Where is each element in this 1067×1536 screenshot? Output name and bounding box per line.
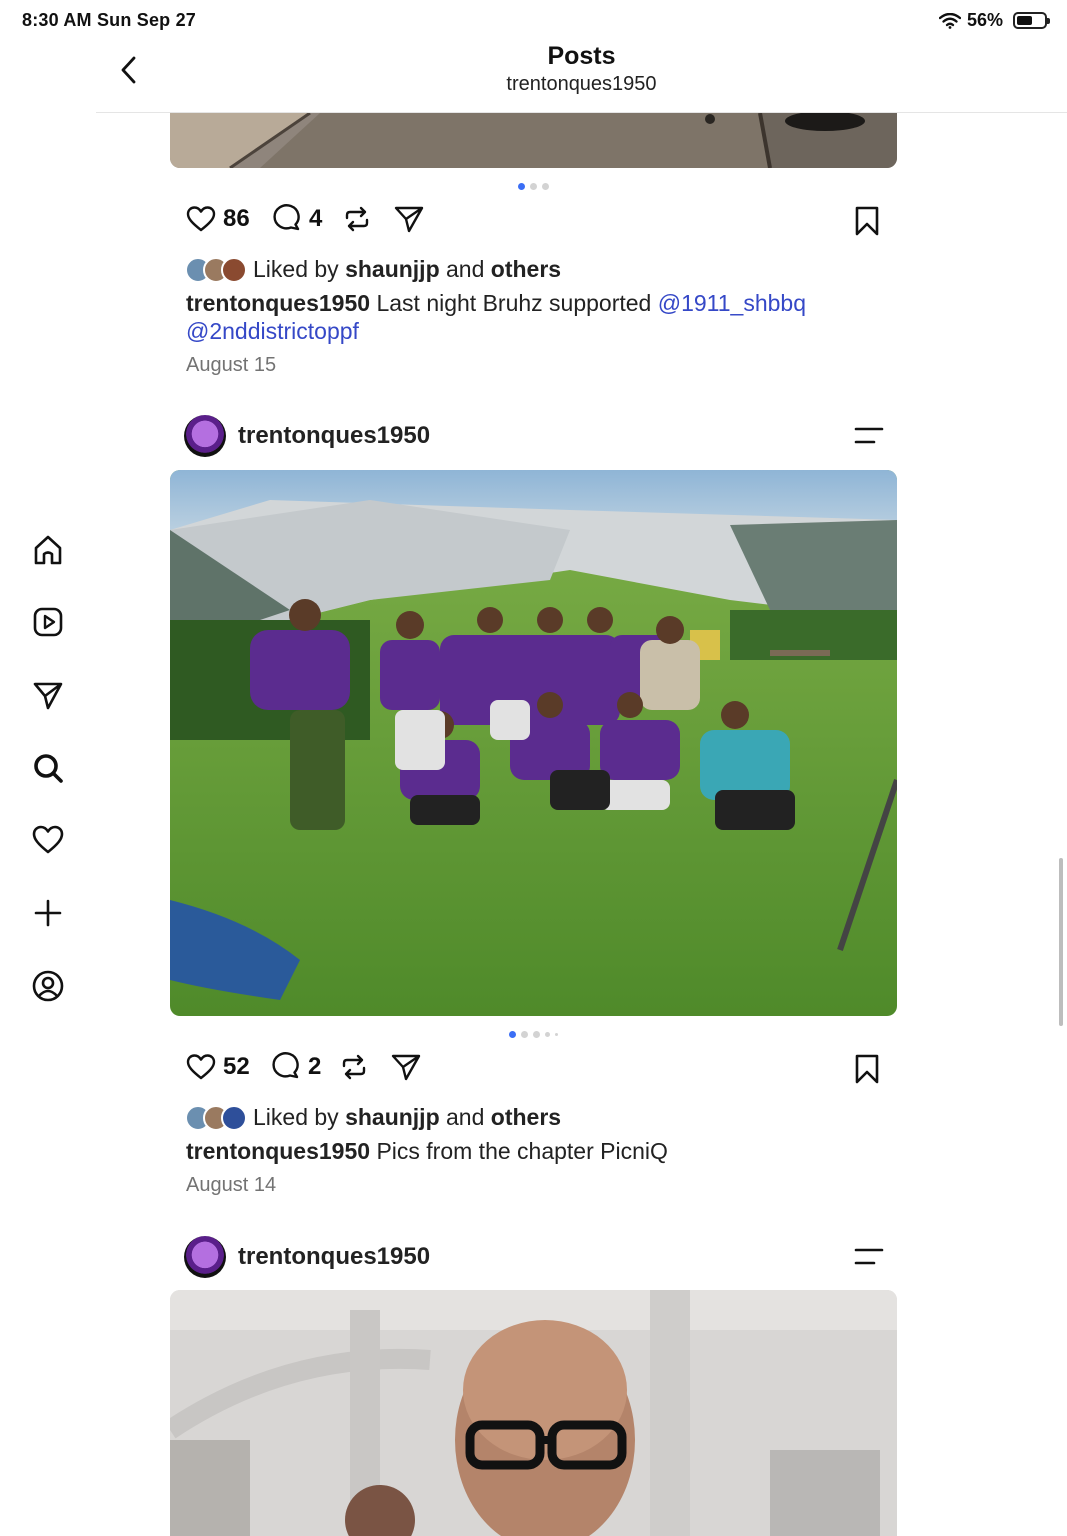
status-right: 56% [938,10,1050,31]
wifi-icon [938,12,961,29]
post-2-header: trentonques1950 [184,415,884,459]
liked-by-others[interactable]: others [491,1104,561,1131]
comment-icon [273,204,300,231]
nav-reels[interactable] [30,604,66,640]
comment-button[interactable]: 2 [270,1051,321,1083]
page-subtitle: trentonques1950 [506,73,657,95]
comment-button[interactable]: 4 [271,203,322,235]
caption-username[interactable]: trentonques1950 [186,1138,370,1164]
send-icon [394,206,424,233]
repost-icon [342,1054,366,1080]
battery-percent: 56% [966,10,1003,30]
like-button[interactable]: 86 [185,203,250,235]
heart-icon [186,1054,216,1080]
pavement-photo [170,113,897,168]
post-1-caption: trentonques1950 Last night Bruhz support… [186,290,807,344]
heart-icon [186,206,216,232]
like-count: 86 [223,205,250,232]
post-2-image[interactable] [170,470,897,1016]
send-icon [33,682,63,710]
post-2-caption: trentonques1950 Pics from the chapter Pi… [186,1138,668,1164]
save-button[interactable] [852,1053,882,1090]
post-3-header: trentonques1950 [184,1236,884,1280]
share-button[interactable] [390,1051,422,1083]
home-icon [34,535,62,565]
liker-avatars [185,1104,247,1131]
caption-username[interactable]: trentonques1950 [186,290,370,316]
status-time: 8:30 AM Sun Sep 27 [22,10,196,30]
posts-header: Posts trentonques1950 [96,40,1067,113]
avatar[interactable] [184,415,226,457]
comment-count: 2 [308,1053,322,1080]
scrollbar[interactable] [1059,858,1063,1026]
more-options-icon[interactable] [854,425,884,447]
status-bar: 8:30 AM Sun Sep 27 56% [0,0,1067,40]
liker-username[interactable]: shaunjjp [345,1104,440,1131]
search-icon [34,754,63,783]
portrait-photo [170,1290,897,1536]
repost-button[interactable] [338,1051,370,1083]
mention-link[interactable]: @1911_shbbq [658,290,806,316]
post-3-image[interactable] [170,1290,897,1536]
post-2-carousel-dots [0,1031,1067,1038]
liked-by-others[interactable]: others [491,256,561,283]
liker-avatars [185,256,247,283]
post-1-carousel-dots [0,183,1067,190]
nav-search[interactable] [30,750,66,786]
comment-icon [272,1052,299,1079]
post-1-liked-by[interactable]: Liked by shaunjjp and others [185,256,561,283]
heart-icon [32,825,64,854]
repost-icon [345,206,369,232]
page-title: Posts [547,42,616,70]
picnic-group-photo [170,470,897,1016]
like-count: 52 [223,1053,250,1080]
save-button[interactable] [852,205,882,242]
bookmark-icon [855,1054,879,1084]
profile-icon [32,970,64,1002]
repost-button[interactable] [341,203,373,235]
post-username[interactable]: trentonques1950 [238,422,430,450]
post-2-date: August 14 [186,1174,277,1196]
post-1-date: August 15 [186,354,277,376]
like-button[interactable]: 52 [185,1051,250,1083]
post-2-actions: 52 2 [185,1051,885,1091]
comment-count: 4 [309,205,323,232]
nav-create[interactable] [30,895,66,931]
liker-username[interactable]: shaunjjp [345,256,440,283]
nav-home[interactable] [30,532,66,568]
post-username[interactable]: trentonques1950 [238,1243,430,1271]
create-icon [34,899,62,927]
post-1-actions: 86 4 [185,203,885,243]
post-1-image[interactable] [170,113,897,168]
mention-link[interactable]: @2nddistrictoppf [186,318,359,344]
nav-profile[interactable] [30,968,66,1004]
nav-activity[interactable] [30,822,66,858]
avatar[interactable] [184,1236,226,1278]
nav-messages[interactable] [30,677,66,713]
reels-icon [33,607,63,637]
share-button[interactable] [393,203,425,235]
bookmark-icon [855,206,879,236]
send-icon [391,1054,421,1081]
post-2-liked-by[interactable]: Liked by shaunjjp and others [185,1104,561,1131]
battery-icon [1013,12,1050,29]
more-options-icon[interactable] [854,1246,884,1268]
